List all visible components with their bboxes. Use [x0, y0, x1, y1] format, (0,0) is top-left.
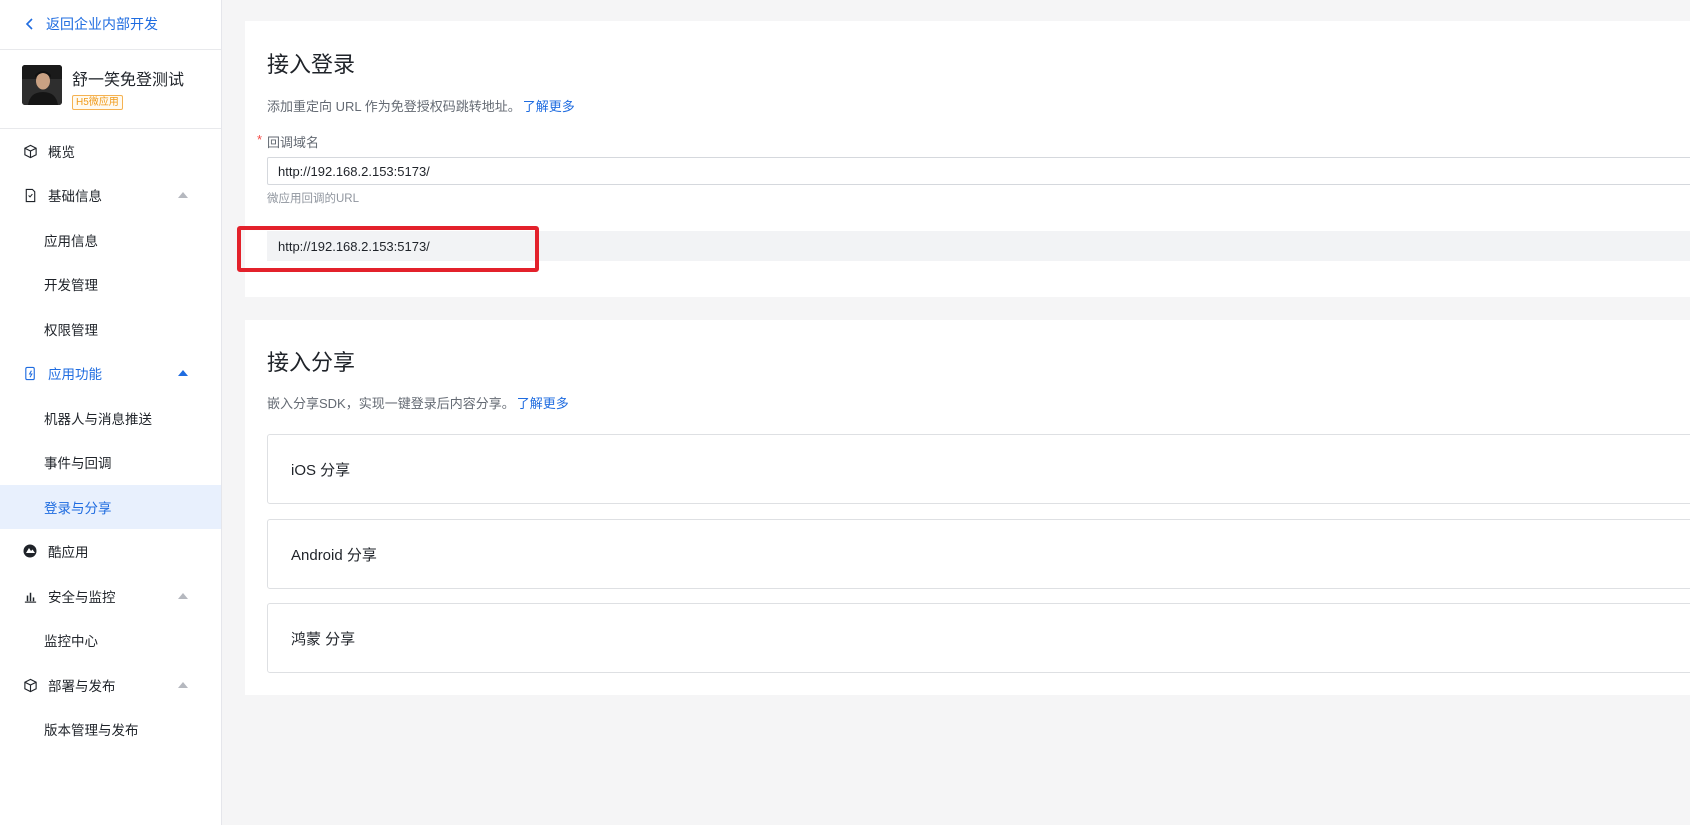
learn-more-link[interactable]: 了解更多 — [523, 99, 575, 114]
saved-url-value: http://192.168.2.153:5173/ — [278, 238, 430, 254]
sidebar-item-label: 概览 — [48, 145, 75, 160]
sidebar-item-app-info[interactable]: 应用信息 — [0, 218, 221, 262]
document-icon — [22, 187, 38, 203]
share-row-label: iOS 分享 — [291, 461, 351, 479]
sidebar-item-label: 应用信息 — [44, 234, 98, 249]
back-link[interactable]: 返回企业内部开发 — [24, 14, 158, 34]
callback-domain-input[interactable]: http://192.168.2.153:5173/ — [267, 157, 1690, 185]
package-icon — [22, 677, 38, 693]
share-row-label: 鸿蒙 分享 — [291, 630, 356, 648]
app-name: 舒一笑免登测试 — [72, 72, 185, 89]
caret-up-icon — [178, 682, 188, 688]
sidebar: 返回企业内部开发 舒一笑免登测试 H5微应用 概览 基础信息 应用信息 开发管理… — [0, 0, 222, 825]
divider — [0, 49, 221, 50]
app-card: 舒一笑免登测试 H5微应用 — [22, 65, 184, 110]
sidebar-item-label: 部署与发布 — [48, 679, 116, 694]
sidebar-item-cool-app[interactable]: 酷应用 — [0, 529, 221, 573]
sidebar-item-bot-messages[interactable]: 机器人与消息推送 — [0, 396, 221, 440]
sidebar-group-app-features[interactable]: 应用功能 — [0, 351, 221, 395]
caret-up-icon — [178, 370, 188, 376]
bar-chart-icon — [22, 588, 38, 604]
avatar-image — [22, 65, 62, 105]
caret-up-icon — [178, 593, 188, 599]
app-type-badge: H5微应用 — [72, 95, 123, 110]
caret-up-icon — [178, 192, 188, 198]
sidebar-item-label: 开发管理 — [44, 278, 98, 293]
section-description: 添加重定向 URL 作为免登授权码跳转地址。 了解更多 — [267, 96, 575, 115]
sidebar-item-events-callbacks[interactable]: 事件与回调 — [0, 440, 221, 484]
sidebar-item-label: 安全与监控 — [48, 590, 116, 605]
learn-more-link[interactable]: 了解更多 — [517, 396, 569, 411]
sidebar-group-deploy-release[interactable]: 部署与发布 — [0, 663, 221, 707]
sidebar-group-security-monitoring[interactable]: 安全与监控 — [0, 574, 221, 618]
share-row-android[interactable]: Android 分享 — [267, 519, 1690, 589]
share-row-harmonyos[interactable]: 鸿蒙 分享 — [267, 603, 1690, 673]
cube-icon — [22, 143, 38, 159]
description-text: 嵌入分享SDK，实现一键登录后内容分享。 — [267, 396, 515, 411]
avatar — [22, 65, 62, 105]
sidebar-item-label: 机器人与消息推送 — [44, 412, 152, 427]
required-mark: * — [257, 132, 263, 147]
login-section: 接入登录 添加重定向 URL 作为免登授权码跳转地址。 了解更多 * 回调域名 h… — [245, 21, 1690, 297]
field-label: 回调域名 — [267, 135, 320, 150]
section-title: 接入分享 — [267, 350, 356, 375]
sidebar-item-label: 监控中心 — [44, 634, 98, 649]
sidebar-item-label: 版本管理与发布 — [44, 723, 139, 738]
cool-app-icon — [22, 543, 38, 559]
sidebar-item-monitoring-center[interactable]: 监控中心 — [0, 618, 221, 662]
sidebar-item-permission-management[interactable]: 权限管理 — [0, 307, 221, 351]
sidebar-item-label: 登录与分享 — [44, 501, 112, 516]
field-hint: 微应用回调的URL — [267, 193, 360, 205]
phone-lightning-icon — [22, 365, 38, 381]
section-description: 嵌入分享SDK，实现一键登录后内容分享。 了解更多 — [267, 393, 569, 412]
sidebar-item-label: 酷应用 — [48, 545, 89, 560]
back-link-label: 返回企业内部开发 — [46, 16, 158, 32]
share-row-ios[interactable]: iOS 分享 — [267, 434, 1690, 504]
share-section: 接入分享 嵌入分享SDK，实现一键登录后内容分享。 了解更多 iOS 分享 And… — [245, 320, 1690, 695]
input-value: http://192.168.2.153:5173/ — [278, 163, 430, 179]
chevron-left-icon — [25, 18, 33, 30]
share-row-label: Android 分享 — [291, 546, 377, 564]
sidebar-item-label: 应用功能 — [48, 367, 102, 382]
sidebar-item-label: 事件与回调 — [44, 456, 112, 471]
sidebar-item-login-share[interactable]: 登录与分享 — [0, 485, 221, 529]
sidebar-item-version-release[interactable]: 版本管理与发布 — [0, 707, 221, 751]
sidebar-item-label: 权限管理 — [44, 323, 98, 338]
sidebar-item-overview[interactable]: 概览 — [0, 129, 221, 173]
section-title: 接入登录 — [267, 52, 356, 77]
saved-callback-url: http://192.168.2.153:5173/ — [267, 231, 1690, 261]
sidebar-item-label: 基础信息 — [48, 189, 102, 204]
sidebar-item-dev-management[interactable]: 开发管理 — [0, 262, 221, 306]
sidebar-group-basic-info[interactable]: 基础信息 — [0, 173, 221, 217]
description-text: 添加重定向 URL 作为免登授权码跳转地址。 — [267, 99, 521, 114]
